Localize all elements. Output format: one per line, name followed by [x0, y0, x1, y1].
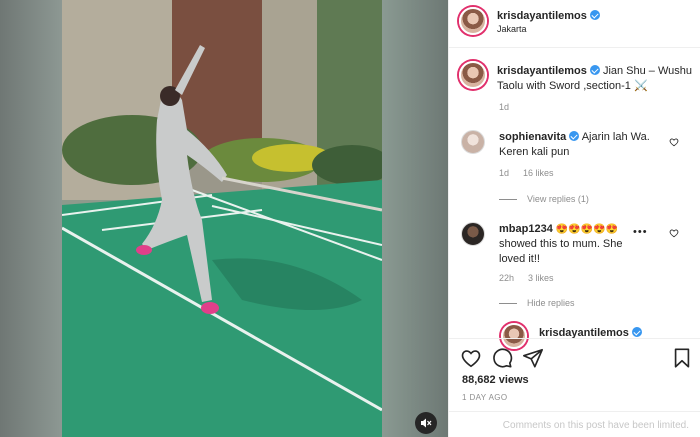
- verified-badge-icon: [589, 65, 600, 75]
- comment-options-button[interactable]: •••: [633, 226, 648, 238]
- video-blur-right: [382, 0, 448, 437]
- comment-avatar[interactable]: [461, 130, 485, 154]
- caption-age: 1d: [499, 102, 510, 112]
- hide-replies-label: Hide replies: [527, 298, 575, 308]
- comment-2-username[interactable]: mbap1234: [499, 223, 553, 235]
- author-username[interactable]: krisdayantilemos: [497, 10, 600, 22]
- post-timestamp[interactable]: 1 DAY AGO: [462, 393, 508, 402]
- comment-avatar[interactable]: [461, 222, 485, 246]
- comment-2-age: 22h: [499, 273, 515, 283]
- mute-toggle-button[interactable]: [415, 412, 437, 434]
- speaker-muted-icon: [421, 418, 432, 428]
- post-actions: 88,682 views 1 DAY AGO Comments on this …: [449, 338, 700, 437]
- comment-2-text: showed this to mum. She loved it!!: [499, 238, 623, 265]
- video-blur-left: [0, 0, 62, 437]
- caption-username-text: krisdayantilemos: [497, 65, 587, 77]
- comment-2-emojis: 😍😍😍😍😍: [555, 224, 619, 235]
- post-details-panel: krisdayantilemos Jakarta krisdayantilemo…: [448, 0, 700, 437]
- post-video[interactable]: [0, 0, 448, 437]
- caption-author-avatar[interactable]: [459, 61, 487, 89]
- share-paper-plane-icon[interactable]: [522, 347, 544, 369]
- post-header: krisdayantilemos Jakarta: [449, 0, 700, 48]
- comment-1: sophienavita Ajarin lah Wa. Keren kali p…: [499, 130, 669, 160]
- comment-1-age: 1d: [499, 168, 510, 178]
- verified-badge-icon: [569, 131, 580, 141]
- comment-2: mbap1234 😍😍😍😍😍 showed this to mum. She l…: [499, 222, 629, 267]
- caption-username[interactable]: krisdayantilemos: [497, 65, 600, 77]
- author-avatar[interactable]: [459, 7, 487, 35]
- comment-1-like-heart-icon[interactable]: [669, 137, 679, 147]
- comment-bubble-icon[interactable]: [491, 347, 513, 369]
- comments-limited-notice: Comments on this post have been limited.: [449, 411, 700, 437]
- like-heart-icon[interactable]: [460, 347, 482, 369]
- comment-2-meta: 22h 3 likes: [499, 273, 568, 283]
- author-username-text: krisdayantilemos: [497, 10, 587, 22]
- save-bookmark-icon[interactable]: [671, 347, 693, 369]
- replies-dash: [499, 199, 517, 201]
- comment-1-username[interactable]: sophienavita: [499, 131, 580, 143]
- comment-1-meta: 1d 16 likes: [499, 168, 568, 178]
- instagram-post-modal: krisdayantilemos Jakarta krisdayantilemo…: [0, 0, 700, 437]
- replies-dash: [499, 303, 517, 305]
- video-scene: [62, 0, 382, 437]
- comment-1-username-text: sophienavita: [499, 131, 567, 143]
- comment-1-likes[interactable]: 16 likes: [523, 168, 554, 178]
- view-replies-button[interactable]: View replies (1): [499, 194, 603, 204]
- hide-replies-button[interactable]: Hide replies: [499, 298, 589, 308]
- view-replies-label: View replies (1): [527, 194, 589, 204]
- caption: krisdayantilemos Jian Shu – Wushu Taolu …: [497, 64, 693, 94]
- comment-2-likes[interactable]: 3 likes: [528, 273, 554, 283]
- verified-badge-icon: [631, 327, 642, 337]
- view-count[interactable]: 88,682 views: [462, 374, 529, 386]
- post-location[interactable]: Jakarta: [497, 24, 527, 34]
- comment-2-like-heart-icon[interactable]: [669, 228, 679, 238]
- verified-badge-icon: [589, 10, 600, 20]
- video-frame[interactable]: [62, 0, 382, 437]
